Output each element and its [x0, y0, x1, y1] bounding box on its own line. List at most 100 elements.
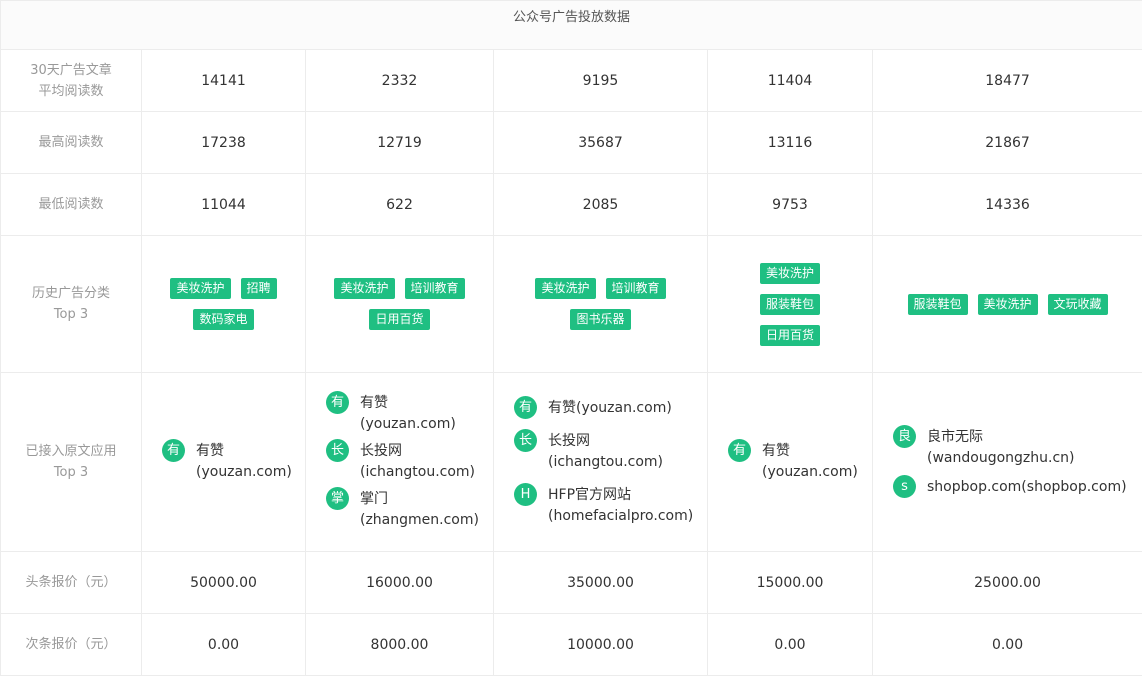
headline-price-value: 16000.00	[306, 552, 494, 614]
category-tag: 日用百货	[760, 325, 820, 346]
app-logo-icon: H	[514, 483, 537, 506]
avg-read-value: 11404	[708, 50, 873, 112]
category-cell: 美妆洗护 服装鞋包 日用百货	[708, 236, 873, 373]
app-domain: (wandougongzhu.cn)	[927, 448, 1074, 469]
app-text: 有赞 (youzan.com)	[360, 393, 456, 435]
apps-cell-inner: 有 有赞(youzan.com) 长 长投网 (ichangtou.com)	[494, 398, 707, 527]
category-row: 历史广告分类 Top 3 美妆洗护 招聘 数码家电 美妆洗护 培训教育 日用百货…	[1, 236, 1142, 373]
category-tag: 服装鞋包	[760, 294, 820, 315]
app-name: 长投网	[548, 431, 663, 452]
category-tag: 美妆洗护	[535, 278, 595, 299]
tag-group: 美妆洗护 培训教育 日用百货	[306, 278, 493, 330]
app-list: 有 有赞(youzan.com) 长 长投网 (ichangtou.com)	[514, 398, 693, 527]
max-read-value: 17238	[142, 112, 306, 174]
category-tag: 培训教育	[606, 278, 666, 299]
app-name: shopbop.com(shopbop.com)	[927, 477, 1127, 498]
app-item[interactable]: 有 有赞 (youzan.com)	[326, 393, 456, 435]
apps-label: 已接入原文应用 Top 3	[1, 373, 142, 552]
category-cell: 美妆洗护 招聘 数码家电	[142, 236, 306, 373]
category-tag: 数码家电	[193, 309, 253, 330]
headline-price-value: 35000.00	[494, 552, 708, 614]
apps-label-line2: Top 3	[1, 462, 141, 483]
app-item[interactable]: 长 长投网 (ichangtou.com)	[514, 431, 663, 473]
category-tag: 美妆洗护	[760, 263, 820, 284]
app-text: HFP官方网站 (homefacialpro.com)	[548, 485, 693, 527]
app-logo-icon: 长	[514, 429, 537, 452]
category-cell: 美妆洗护 培训教育 图书乐器	[494, 236, 708, 373]
app-domain: (ichangtou.com)	[360, 462, 475, 483]
app-name: 有赞	[762, 441, 858, 462]
app-item[interactable]: 良 良市无际 (wandougongzhu.cn)	[893, 427, 1074, 469]
second-price-value: 10000.00	[494, 614, 708, 676]
ad-data-table: 公众号广告投放数据 30天广告文章 平均阅读数 14141 2332 9195 …	[0, 0, 1142, 676]
category-tag: 图书乐器	[570, 309, 630, 330]
min-read-value: 11044	[142, 174, 306, 236]
app-name: HFP官方网站	[548, 485, 693, 506]
apps-cell: 有 有赞 (youzan.com) 长 长投网 (ichangtou.com)	[306, 373, 494, 552]
category-tag: 美妆洗护	[334, 278, 394, 299]
app-logo-icon: 有	[728, 439, 751, 462]
max-read-value: 21867	[873, 112, 1142, 174]
app-logo-icon: 良	[893, 425, 916, 448]
category-tag: 文玩收藏	[1048, 294, 1108, 315]
app-text: 掌门 (zhangmen.com)	[360, 489, 479, 531]
min-read-value: 14336	[873, 174, 1142, 236]
apps-cell-inner: 良 良市无际 (wandougongzhu.cn) s shopbop.com(…	[873, 427, 1142, 498]
app-item[interactable]: s shopbop.com(shopbop.com)	[893, 477, 1127, 498]
table-header-row: 公众号广告投放数据	[1, 1, 1142, 50]
app-list: 有 有赞 (youzan.com)	[162, 441, 292, 483]
app-text: shopbop.com(shopbop.com)	[927, 477, 1127, 498]
tag-group: 美妆洗护 招聘 数码家电	[142, 278, 305, 330]
app-item[interactable]: 有 有赞 (youzan.com)	[162, 441, 292, 483]
app-domain: (youzan.com)	[360, 414, 456, 435]
app-list: 有 有赞 (youzan.com) 长 长投网 (ichangtou.com)	[326, 393, 479, 531]
app-name: 长投网	[360, 441, 475, 462]
app-name: 有赞	[360, 393, 456, 414]
category-cell: 美妆洗护 培训教育 日用百货	[306, 236, 494, 373]
app-logo-icon: 长	[326, 439, 349, 462]
app-text: 长投网 (ichangtou.com)	[360, 441, 475, 483]
second-price-value: 0.00	[873, 614, 1142, 676]
avg-read-value: 18477	[873, 50, 1142, 112]
tag-group: 美妆洗护 服装鞋包 日用百货	[708, 263, 872, 346]
app-text: 有赞 (youzan.com)	[762, 441, 858, 483]
apps-cell: 良 良市无际 (wandougongzhu.cn) s shopbop.com(…	[873, 373, 1142, 552]
tag-group: 服装鞋包 美妆洗护 文玩收藏	[873, 294, 1142, 315]
apps-label-line1: 已接入原文应用	[1, 441, 141, 462]
app-name: 有赞	[196, 441, 292, 462]
app-name: 有赞(youzan.com)	[548, 398, 672, 419]
second-price-value: 0.00	[708, 614, 873, 676]
app-logo-icon: 有	[514, 396, 537, 419]
app-list: 有 有赞 (youzan.com)	[728, 441, 858, 483]
category-tag: 美妆洗护	[978, 294, 1038, 315]
max-read-value: 13116	[708, 112, 873, 174]
app-logo-icon: 掌	[326, 487, 349, 510]
category-tag: 美妆洗护	[170, 278, 230, 299]
app-text: 长投网 (ichangtou.com)	[548, 431, 663, 473]
avg-read-value: 9195	[494, 50, 708, 112]
headline-price-label: 头条报价（元）	[1, 552, 142, 614]
category-label-line1: 历史广告分类	[1, 283, 141, 304]
second-price-label: 次条报价（元）	[1, 614, 142, 676]
category-tag: 招聘	[241, 278, 277, 299]
max-read-value: 12719	[306, 112, 494, 174]
second-price-value: 0.00	[142, 614, 306, 676]
ad-data-table-container: 公众号广告投放数据 30天广告文章 平均阅读数 14141 2332 9195 …	[0, 0, 1142, 666]
app-domain: (youzan.com)	[762, 462, 858, 483]
app-logo-icon: 有	[326, 391, 349, 414]
apps-row: 已接入原文应用 Top 3 有 有赞 (youzan.com)	[1, 373, 1142, 552]
max-read-label: 最高阅读数	[1, 112, 142, 174]
category-label-line2: Top 3	[1, 304, 141, 325]
avg-read-label-line2: 平均阅读数	[1, 81, 141, 102]
tag-group: 美妆洗护 培训教育 图书乐器	[494, 278, 707, 330]
app-item[interactable]: 长 长投网 (ichangtou.com)	[326, 441, 475, 483]
app-text: 有赞(youzan.com)	[548, 398, 672, 419]
app-item[interactable]: H HFP官方网站 (homefacialpro.com)	[514, 485, 693, 527]
avg-read-value: 14141	[142, 50, 306, 112]
second-price-value: 8000.00	[306, 614, 494, 676]
app-item[interactable]: 有 有赞(youzan.com)	[514, 398, 672, 419]
apps-cell: 有 有赞 (youzan.com)	[142, 373, 306, 552]
app-item[interactable]: 有 有赞 (youzan.com)	[728, 441, 858, 483]
app-item[interactable]: 掌 掌门 (zhangmen.com)	[326, 489, 479, 531]
min-read-label: 最低阅读数	[1, 174, 142, 236]
